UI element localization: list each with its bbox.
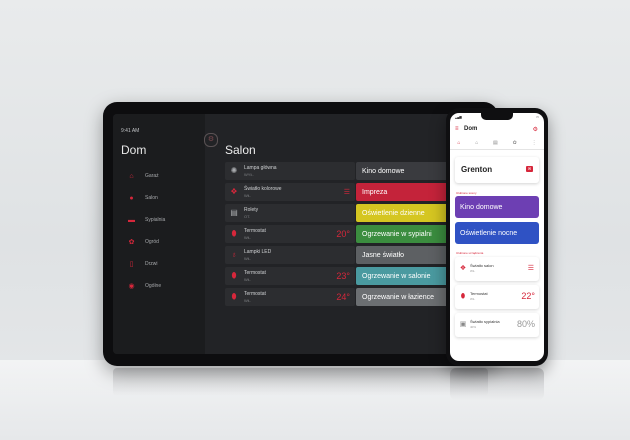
system-name: Grenton [461,165,493,174]
device-state: WŁ. [470,297,476,301]
sofa-icon: ● [129,194,134,202]
device-state: WŁ. [470,269,476,273]
garden-icon: ✿ [128,238,135,246]
device-name: Światło kolorowe [244,186,282,192]
sidebar-item-label: Ogród [145,239,159,245]
device-tile-swiatlo-salon[interactable]: ❖ Światło salon WŁ. ☰ [455,257,539,281]
device-tile-termostat[interactable]: ⬮ Termostat WŁ. 24° [225,288,355,306]
dimmer-value: 80% [516,319,535,329]
device-state: OT. [244,214,251,219]
sidebar-item-sypialnia[interactable]: ▬ Sypialnia [113,209,205,231]
sidebar-item-label: Salon [145,195,158,201]
sliders-icon[interactable]: ☰ [344,188,350,196]
dimmer-icon: ▣ [459,321,467,328]
scene-button-kino-domowe[interactable]: Kino domowe [455,196,539,218]
bed-icon: ▬ [128,216,135,224]
tablet-device: 9:41 AM Dom ⌂ Garaż ● Salon ▬ Sypialnia [103,102,498,366]
signal-icon: ▂▄▆ [455,115,462,119]
tablet-reflection [113,368,488,396]
blinds-icon: ▤ [230,208,238,217]
status-time: 9:41 AM [121,128,140,134]
sidebar-item-label: Garaż [145,173,159,179]
sidebar-item-label: Ogólne [145,283,162,289]
door-icon: ▯ [129,260,134,268]
phone-device: ▂▄▆ ▭ ≡ Dom ⚙ ⌂ ⌂ ▤ ✿ ⋮ Grenton ✉ Ulubio… [446,108,548,366]
device-tile-lampki-led[interactable]: ♁ Lampki LED WŁ. [225,246,355,264]
sidebar-item-garaz[interactable]: ⌂ Garaż [113,165,205,187]
device-state: WYŁ. [244,172,254,177]
tab-garden-icon[interactable]: ✿ [513,140,517,146]
device-tile-termostat[interactable]: ⬮ Termostat WŁ. 22° [455,285,539,309]
device-name: Światło sypialnia [470,319,500,324]
device-state: WŁ. [244,193,252,198]
sidebar-item-salon[interactable]: ● Salon [113,187,205,209]
device-name: Termostat [470,291,488,296]
device-name: Rolety [244,207,259,213]
thermometer-icon: ⬮ [231,271,237,280]
room-tabs: ⌂ ⌂ ▤ ✿ ⋮ [450,137,544,150]
phone-screen: ▂▄▆ ▭ ≡ Dom ⚙ ⌂ ⌂ ▤ ✿ ⋮ Grenton ✉ Ulubio… [450,113,544,361]
device-name: Termostat [244,291,266,297]
device-name: Lampki LED [244,249,272,255]
device-list: ✺ Lampa główna WYŁ. ❖ Światło kolorowe W… [225,162,355,309]
thermometer-icon: ⬮ [231,292,237,301]
temperature-value: 24° [336,292,350,302]
device-name: Lampa główna [244,165,277,171]
tab-house-icon[interactable]: ⌂ [475,140,478,146]
room-nav: ⌂ Garaż ● Salon ▬ Sypialnia ✿ Ogród ▯ Dr… [113,165,205,297]
sliders-icon[interactable]: ☰ [528,264,534,272]
sidebar-item-ogrod[interactable]: ✿ Ogród [113,231,205,253]
thermometer-icon: ⬮ [460,293,466,300]
led-icon: ♁ [231,250,237,259]
device-state: WŁ. [244,256,252,261]
color-light-icon: ❖ [230,187,238,196]
battery-icon: ▭ [536,115,539,119]
tablet-screen: 9:41 AM Dom ⌂ Garaż ● Salon ▬ Sypialnia [113,114,488,354]
device-tile-lampa-glowna[interactable]: ✺ Lampa główna WYŁ. [225,162,355,180]
device-tile-rolety[interactable]: ▤ Rolety OT. [225,204,355,222]
sidebar-item-drzwi[interactable]: ▯ Drzwi [113,253,205,275]
scene-button-oswietlenie-nocne[interactable]: Oświetlenie nocne [455,222,539,244]
settings-gear-icon[interactable]: ⚙ [204,133,218,147]
device-state: 40% [470,325,477,329]
menu-icon[interactable]: ≡ [455,126,459,132]
device-tile-termostat[interactable]: ⬮ Termostat WŁ. 23° [225,267,355,285]
temperature-value: 23° [336,271,350,281]
system-card[interactable]: Grenton ✉ [455,157,539,183]
device-state: WŁ. [244,235,252,240]
device-name: Termostat [244,228,266,234]
sidebar-item-ogolne[interactable]: ◉ Ogólne [113,275,205,297]
device-state: WŁ. [244,298,252,303]
device-tile-swiatlo-kolorowe[interactable]: ❖ Światło kolorowe WŁ. ☰ [225,183,355,201]
tab-more-icon[interactable]: ⋮ [532,140,537,146]
device-tile-termostat[interactable]: ⬮ Termostat WŁ. 20° [225,225,355,243]
temperature-value: 20° [336,229,350,239]
section-heading-scenes: Ulubione sceny [456,191,477,195]
home-title: Dom [121,143,147,157]
tablet-sidebar: 9:41 AM Dom ⌂ Garaż ● Salon ▬ Sypialnia [113,114,205,354]
device-tile-swiatlo-sypialnia[interactable]: ▣ Światło sypialnia 40% 80% [455,313,539,337]
device-name: Światło salon [470,263,494,268]
settings-gear-icon[interactable]: ⚙ [533,126,538,133]
color-light-icon: ❖ [459,265,467,272]
mail-icon[interactable]: ✉ [526,166,533,172]
sidebar-item-label: Sypialnia [145,217,166,223]
general-icon: ◉ [128,282,135,290]
section-heading-devices: Ulubione urządzenia [456,251,484,255]
app-title: Dom [464,126,478,132]
garage-icon: ⌂ [129,172,134,180]
camera-notch [481,113,513,120]
room-title: Salon [225,143,256,157]
tab-garage-icon[interactable]: ▤ [493,140,498,146]
lamp-icon: ✺ [230,166,238,175]
phone-reflection [450,368,544,400]
temperature-value: 22° [521,291,535,301]
device-state: WŁ. [244,277,252,282]
device-name: Termostat [244,270,266,276]
tab-home-icon[interactable]: ⌂ [457,140,460,146]
thermometer-icon: ⬮ [231,229,237,238]
sidebar-item-label: Drzwi [145,261,158,267]
